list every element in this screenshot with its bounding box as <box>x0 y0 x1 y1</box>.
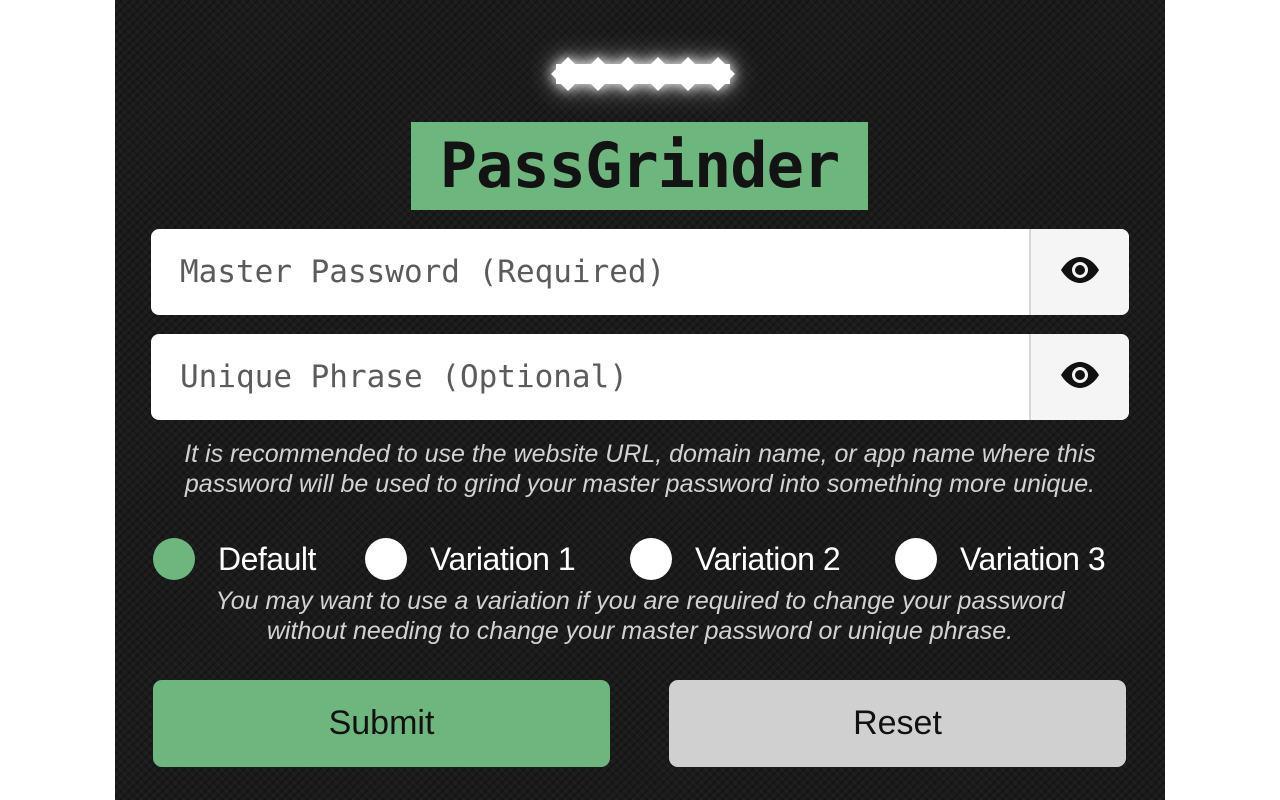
master-password-field <box>151 229 1129 315</box>
radio-default[interactable]: Default <box>153 536 316 582</box>
radio-variation-2-indicator[interactable] <box>630 538 672 580</box>
eye-icon <box>1059 256 1101 288</box>
show-master-password-button[interactable] <box>1029 229 1129 315</box>
radio-variation-2[interactable]: Variation 2 <box>630 536 841 582</box>
radio-variation-3-label: Variation 3 <box>960 540 1106 577</box>
unique-phrase-field <box>151 334 1129 420</box>
radio-variation-3[interactable]: Variation 3 <box>895 536 1106 582</box>
unique-phrase-hint: It is recommended to use the website URL… <box>115 439 1165 499</box>
variation-hint: You may want to use a variation if you a… <box>115 586 1165 646</box>
app-title: PassGrinder <box>439 129 841 202</box>
master-password-input[interactable] <box>151 229 1029 315</box>
eye-icon <box>1059 361 1101 393</box>
submit-button[interactable]: Submit <box>153 680 610 767</box>
reset-button[interactable]: Reset <box>669 680 1126 767</box>
radio-variation-1-label: Variation 1 <box>430 540 576 577</box>
variation-radio-group: Default Variation 1 Variation 2 Variatio… <box>153 536 1129 582</box>
variation-hint-line2: without needing to change your master pa… <box>266 617 1014 645</box>
show-unique-phrase-button[interactable] <box>1029 334 1129 420</box>
radio-variation-1[interactable]: Variation 1 <box>365 536 576 582</box>
radio-variation-3-indicator[interactable] <box>895 538 937 580</box>
radio-variation-2-label: Variation 2 <box>695 540 841 577</box>
radio-default-label: Default <box>218 540 316 577</box>
unique-phrase-hint-line2: password will be used to grind your mast… <box>184 470 1096 498</box>
logo-glow-icon <box>548 52 738 104</box>
radio-default-indicator[interactable] <box>153 538 195 580</box>
app-title-banner: PassGrinder <box>411 122 868 210</box>
variation-hint-line1: You may want to use a variation if you a… <box>215 587 1065 615</box>
unique-phrase-input[interactable] <box>151 334 1029 420</box>
main-panel: PassGrinder It is recommended to use the… <box>115 0 1165 800</box>
radio-variation-1-indicator[interactable] <box>365 538 407 580</box>
unique-phrase-hint-line1: It is recommended to use the website URL… <box>184 440 1096 468</box>
